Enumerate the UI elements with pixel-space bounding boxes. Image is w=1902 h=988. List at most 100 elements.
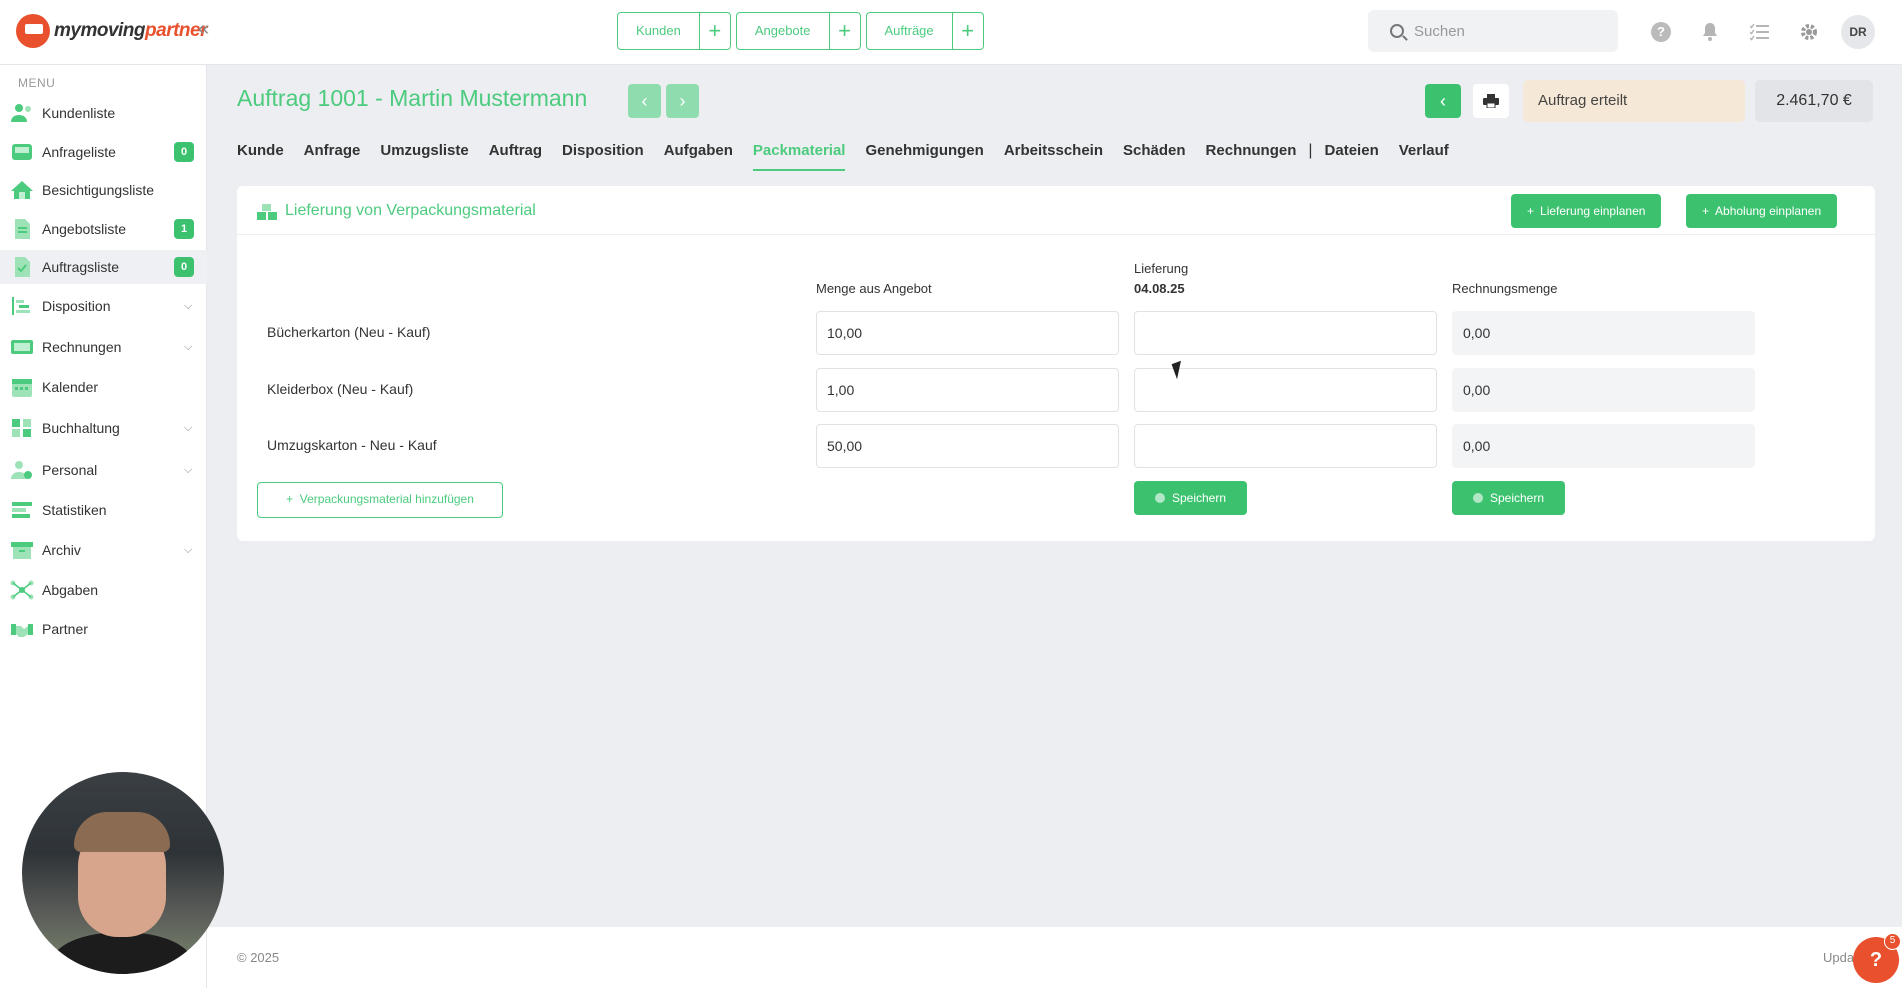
tab-verlauf[interactable]: Verlauf [1399,142,1449,169]
tab-kunde[interactable]: Kunde [237,142,284,169]
help-icon[interactable]: ? [1649,20,1673,44]
sidebar-item-label: Besichtigungsliste [42,182,155,198]
users-icon [11,104,31,122]
sidebar-item-abgaben[interactable]: Abgaben [0,573,207,607]
sidebar-item-kundenliste[interactable]: Kundenliste [0,96,207,130]
material-label: Bücherkarton (Neu - Kauf) [267,324,431,340]
collapse-sidebar-icon[interactable]: « [198,18,209,41]
page-title: Auftrag 1001 - Martin Mustermann [237,85,588,111]
sidebar-item-label: Statistiken [42,502,107,518]
user-avatar[interactable]: DR [1841,15,1875,49]
invoice-quantity-field: 0,00 [1452,311,1755,355]
home-icon [11,181,33,199]
angebote-button[interactable]: Angebote [737,13,830,49]
printer-icon [1483,93,1499,109]
sidebar-item-label: Rechnungen [42,339,122,355]
update-link[interactable]: Upda [1823,950,1854,965]
search-input[interactable]: Suchen [1368,10,1618,52]
previous-order-button[interactable]: ‹ [628,84,661,118]
bell-icon[interactable] [1698,20,1722,44]
tab-arbeitsschein[interactable]: Arbeitsschein [1004,142,1103,169]
quick-kunden: Kunden + [617,12,731,50]
offer-quantity-input[interactable]: 1,00 [816,368,1119,412]
schedule-pickup-button[interactable]: + Abholung einplanen [1686,194,1838,228]
network-icon [10,580,34,600]
sidebar-item-label: Buchhaltung [42,420,120,436]
tab-separator: | [1308,142,1313,159]
tab-packmaterial[interactable]: Packmaterial [752,142,846,171]
sidebar-item-buchhaltung[interactable]: Buchhaltung ⌵ [0,411,207,445]
back-button[interactable]: ‹ [1425,84,1461,118]
sidebar-item-auftragsliste[interactable]: Auftragsliste 0 [0,250,207,284]
chevron-down-icon: ⌵ [184,463,193,476]
footer: © 2025 Upda [207,927,1902,988]
tab-anfrage[interactable]: Anfrage [304,142,361,169]
statistics-icon [12,502,32,518]
sidebar-item-besichtigungsliste[interactable]: Besichtigungsliste [0,173,207,207]
logo-icon [16,14,50,48]
sidebar-item-angebotsliste[interactable]: Angebotsliste 1 [0,212,207,246]
boxes-icon [257,204,277,220]
sidebar-item-personal[interactable]: Personal ⌵ [0,453,207,487]
chevron-down-icon: ⌵ [184,421,193,434]
col-invoice-header: Rechnungsmenge [1452,281,1558,296]
next-order-button[interactable]: › [666,84,699,118]
webcam-overlay [22,772,224,974]
add-auftrag-button[interactable]: + [953,13,983,49]
sidebar-item-label: Kundenliste [42,105,116,121]
tab-dateien[interactable]: Dateien [1325,142,1379,169]
sidebar-item-rechnungen[interactable]: Rechnungen ⌵ [0,330,207,364]
sidebar-item-label: Disposition [42,298,111,314]
sidebar-item-anfrageliste[interactable]: Anfrageliste 0 [0,135,207,169]
sidebar-item-archiv[interactable]: Archiv ⌵ [0,533,207,567]
tab-disposition[interactable]: Disposition [562,142,644,169]
offer-quantity-input[interactable]: 50,00 [816,424,1119,468]
panel-title: Lieferung von Verpackungsmaterial [285,202,536,219]
copyright: © 2025 [237,950,280,965]
tab-schaeden[interactable]: Schäden [1123,142,1186,169]
logo-text: mymovingpartner [54,20,207,41]
app-root: mymovingpartner « Kunden + Angebote + Au… [0,0,1902,988]
sidebar-item-statistiken[interactable]: Statistiken [0,493,207,527]
col-delivery-header: Lieferung [1134,261,1189,276]
quick-angebote: Angebote + [735,12,861,50]
plus-icon: + [286,492,294,506]
tab-rechnungen[interactable]: Rechnungen [1206,142,1297,169]
count-badge: 1 [174,219,194,239]
search-icon [1390,24,1404,38]
order-tabs: Kunde Anfrage Umzugsliste Auftrag Dispos… [237,142,1469,174]
chevron-down-icon: ⌵ [184,543,193,556]
app-logo[interactable]: mymovingpartner [16,14,207,48]
material-label: Kleiderbox (Neu - Kauf) [267,381,414,397]
tab-umzugsliste[interactable]: Umzugsliste [380,142,468,169]
task-list-icon[interactable] [1748,20,1772,44]
delivery-quantity-input[interactable] [1134,311,1437,355]
calendar-icon [12,379,32,397]
tab-genehmigungen[interactable]: Genehmigungen [865,142,983,169]
quick-auftraege: Aufträge + [865,12,984,50]
save-invoice-button[interactable]: Speichern [1452,481,1565,515]
add-angebot-button[interactable]: + [830,13,860,49]
person-settings-icon [11,461,32,479]
status-badge: Auftrag erteilt [1523,80,1745,122]
offer-quantity-input[interactable]: 10,00 [816,311,1119,355]
check-icon [1472,493,1483,503]
print-button[interactable] [1473,84,1509,118]
sidebar-item-label: Auftragsliste [42,259,120,275]
tab-aufgaben[interactable]: Aufgaben [664,142,733,169]
kunden-button[interactable]: Kunden [618,13,700,49]
add-kunde-button[interactable]: + [700,13,730,49]
sidebar-item-partner[interactable]: Partner [0,612,207,646]
sidebar-item-label: Personal [42,462,98,478]
sidebar-item-disposition[interactable]: Disposition ⌵ [0,289,207,323]
grid-icon [12,419,31,437]
schedule-delivery-button[interactable]: + Lieferung einplanen [1511,194,1662,228]
sidebar-item-kalender[interactable]: Kalender [0,370,207,404]
tab-auftrag[interactable]: Auftrag [489,142,542,169]
add-packaging-material-button[interactable]: + Verpackungsmaterial hinzufügen [257,482,503,518]
auftraege-button[interactable]: Aufträge [867,13,953,49]
gear-icon[interactable] [1797,20,1821,44]
save-delivery-button[interactable]: Speichern [1134,481,1247,515]
delivery-quantity-input[interactable] [1134,424,1437,468]
invoice-icon [11,340,33,354]
